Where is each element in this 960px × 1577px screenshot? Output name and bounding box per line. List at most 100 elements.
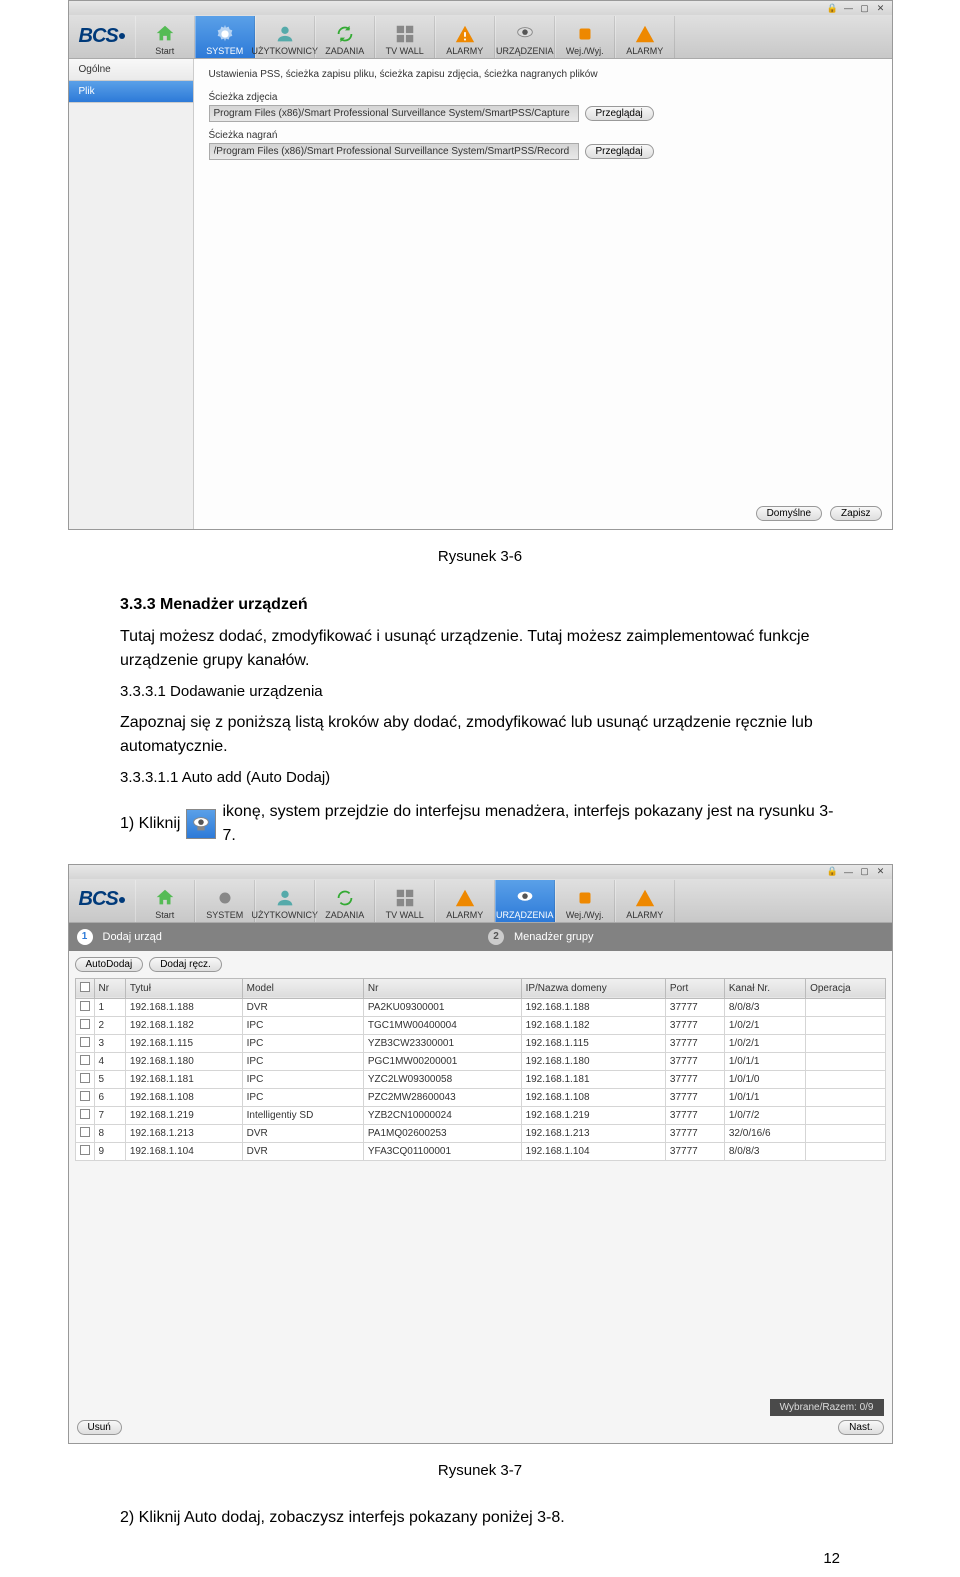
- nav-alarms-2[interactable]: ALARMY: [615, 880, 675, 922]
- cell-port: 37777: [665, 1034, 724, 1052]
- nav-start[interactable]: Start: [135, 880, 195, 922]
- nav-users[interactable]: UŻYTKOWNICY: [255, 880, 315, 922]
- select-all-checkbox[interactable]: [80, 982, 90, 992]
- table-row[interactable]: 9 192.168.1.104 DVR YFA3CQ01100001 192.1…: [75, 1142, 885, 1160]
- cell-nr: 6: [94, 1088, 125, 1106]
- nav-tvwall[interactable]: TV WALL: [375, 16, 435, 58]
- nav-label: Wej./Wyj.: [566, 46, 604, 56]
- paragraph: Tutaj możesz dodać, zmodyfikować i usuną…: [120, 625, 840, 673]
- nav-io[interactable]: Wej./Wyj.: [555, 880, 615, 922]
- row-checkbox[interactable]: [80, 1091, 90, 1101]
- minimize-icon[interactable]: —: [844, 867, 854, 877]
- row-checkbox[interactable]: [80, 1055, 90, 1065]
- nav-label: ALARMY: [446, 910, 483, 920]
- col-title: Tytuł: [125, 978, 242, 998]
- side-tab-file[interactable]: Plik: [69, 81, 193, 103]
- browse-photo-button[interactable]: Przeglądaj: [585, 106, 654, 121]
- cell-nr: 4: [94, 1052, 125, 1070]
- nav-start[interactable]: Start: [135, 16, 195, 58]
- brand-text: BCS: [79, 888, 118, 911]
- close-icon[interactable]: ✕: [876, 867, 886, 877]
- close-icon[interactable]: ✕: [876, 3, 886, 13]
- toolbar: AutoDodaj Dodaj ręcz.: [69, 951, 892, 978]
- cell-ip: 192.168.1.108: [521, 1088, 665, 1106]
- io-icon: [574, 887, 596, 909]
- table-row[interactable]: 8 192.168.1.213 DVR PA1MQ02600253 192.16…: [75, 1124, 885, 1142]
- gear-icon: [214, 23, 236, 45]
- nav-system[interactable]: SYSTEM: [195, 880, 255, 922]
- nav-label: TV WALL: [386, 910, 424, 920]
- row-checkbox[interactable]: [80, 1019, 90, 1029]
- table-row[interactable]: 3 192.168.1.115 IPC YZB3CW23300001 192.1…: [75, 1034, 885, 1052]
- row-checkbox[interactable]: [80, 1145, 90, 1155]
- photo-path-label: Ścieżka zdjęcia: [209, 92, 877, 103]
- titlebar: 🔒 — ▢ ✕: [69, 1, 892, 15]
- table-row[interactable]: 2 192.168.1.182 IPC TGC1MW00400004 192.1…: [75, 1016, 885, 1034]
- col-channel: Kanał Nr.: [724, 978, 805, 998]
- step-1[interactable]: 1 Dodaj urząd: [69, 929, 481, 945]
- nav-label: SYSTEM: [206, 46, 243, 56]
- nav-label: Wej./Wyj.: [566, 910, 604, 920]
- col-port: Port: [665, 978, 724, 998]
- cell-model: IPC: [242, 1088, 363, 1106]
- cell-nr: 7: [94, 1106, 125, 1124]
- cell-title: 192.168.1.213: [125, 1124, 242, 1142]
- cell-operation: [806, 1052, 885, 1070]
- cell-nr: 3: [94, 1034, 125, 1052]
- nav-io[interactable]: Wej./Wyj.: [555, 16, 615, 58]
- nav-users[interactable]: UŻYTKOWNICY: [255, 16, 315, 58]
- list-text: ikonę, system przejdzie do interfejsu me…: [222, 800, 840, 848]
- cell-operation: [806, 1070, 885, 1088]
- nav-alarms-1[interactable]: ALARMY: [435, 16, 495, 58]
- row-checkbox[interactable]: [80, 1001, 90, 1011]
- nav-label: SYSTEM: [206, 910, 243, 920]
- browse-record-button[interactable]: Przeglądaj: [585, 144, 654, 159]
- default-button[interactable]: Domyślne: [756, 506, 822, 521]
- auto-add-button[interactable]: AutoDodaj: [75, 957, 144, 972]
- table-row[interactable]: 6 192.168.1.108 IPC PZC2MW28600043 192.1…: [75, 1088, 885, 1106]
- side-tab-general[interactable]: Ogólne: [69, 59, 193, 81]
- lock-icon[interactable]: 🔒: [828, 867, 838, 877]
- lock-icon[interactable]: 🔒: [828, 3, 838, 13]
- nav-devices[interactable]: URZĄDZENIA: [495, 880, 555, 922]
- row-checkbox[interactable]: [80, 1073, 90, 1083]
- table-header-row: Nr Tytuł Model Nr IP/Nazwa domeny Port K…: [75, 978, 885, 998]
- table-row[interactable]: 5 192.168.1.181 IPC YZC2LW09300058 192.1…: [75, 1070, 885, 1088]
- delete-button[interactable]: Usuń: [77, 1420, 122, 1435]
- nav-tasks[interactable]: ZADANIA: [315, 16, 375, 58]
- cell-port: 37777: [665, 998, 724, 1016]
- minimize-icon[interactable]: —: [844, 3, 854, 13]
- step-2[interactable]: 2 Menadżer grupy: [480, 929, 892, 945]
- save-button[interactable]: Zapisz: [830, 506, 881, 521]
- nav-tasks[interactable]: ZADANIA: [315, 880, 375, 922]
- table-row[interactable]: 7 192.168.1.219 Intelligentiy SD YZB2CN1…: [75, 1106, 885, 1124]
- cell-channel: 32/0/16/6: [724, 1124, 805, 1142]
- row-checkbox[interactable]: [80, 1037, 90, 1047]
- titlebar: 🔒 — ▢ ✕: [69, 865, 892, 879]
- cell-nr: 9: [94, 1142, 125, 1160]
- cell-operation: [806, 998, 885, 1016]
- cell-model: IPC: [242, 1016, 363, 1034]
- table-row[interactable]: 4 192.168.1.180 IPC PGC1MW00200001 192.1…: [75, 1052, 885, 1070]
- nav-tvwall[interactable]: TV WALL: [375, 880, 435, 922]
- nav-system[interactable]: SYSTEM: [195, 16, 255, 58]
- cell-serial: PGC1MW00200001: [363, 1052, 521, 1070]
- cell-port: 37777: [665, 1016, 724, 1034]
- cell-operation: [806, 1142, 885, 1160]
- nav-alarms-2[interactable]: ALARMY: [615, 16, 675, 58]
- cell-operation: [806, 1106, 885, 1124]
- maximize-icon[interactable]: ▢: [860, 867, 870, 877]
- table-row[interactable]: 1 192.168.1.188 DVR PA2KU09300001 192.16…: [75, 998, 885, 1016]
- brand-text: BCS: [79, 25, 118, 48]
- cell-channel: 1/0/2/1: [724, 1016, 805, 1034]
- next-button[interactable]: Nast.: [838, 1420, 883, 1435]
- row-checkbox[interactable]: [80, 1109, 90, 1119]
- photo-path-input[interactable]: [209, 105, 579, 122]
- manual-add-button[interactable]: Dodaj ręcz.: [149, 957, 222, 972]
- nav-alarms-1[interactable]: ALARMY: [435, 880, 495, 922]
- cell-port: 37777: [665, 1052, 724, 1070]
- row-checkbox[interactable]: [80, 1127, 90, 1137]
- maximize-icon[interactable]: ▢: [860, 3, 870, 13]
- record-path-input[interactable]: [209, 143, 579, 160]
- nav-devices[interactable]: URZĄDZENIA: [495, 16, 555, 58]
